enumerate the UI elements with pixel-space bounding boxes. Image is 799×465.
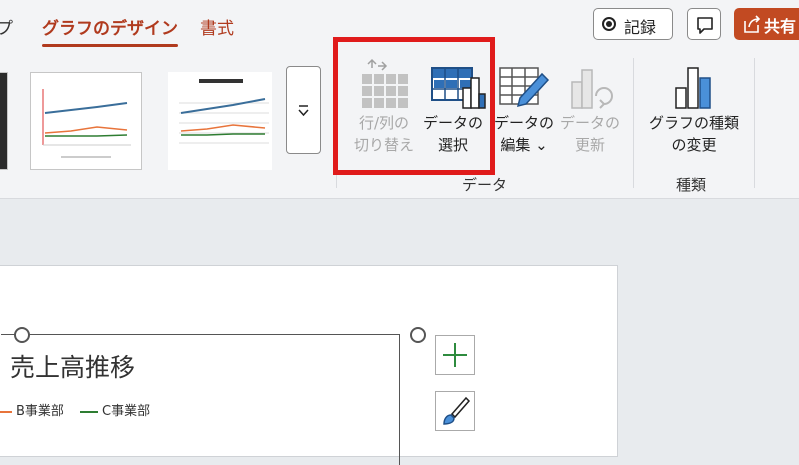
- brush-icon: [443, 396, 471, 425]
- edit-data-button[interactable]: データの 編集 ⌄: [492, 56, 556, 164]
- chart-title[interactable]: 売上高推移: [10, 348, 135, 384]
- share-label: 共有: [764, 17, 797, 36]
- record-label: 記録: [624, 18, 657, 37]
- group-label-type: 種類: [676, 176, 707, 194]
- chart-style-preview: [42, 89, 131, 158]
- refresh-data-label: データの 更新: [559, 114, 620, 154]
- legend-swatch: [80, 410, 98, 413]
- edit-data-icon: [499, 67, 550, 108]
- share-button[interactable]: 共有: [734, 8, 799, 40]
- legend-item: B事業部: [0, 400, 64, 419]
- gallery-more-button[interactable]: [286, 66, 321, 154]
- chart-elements-button[interactable]: [435, 335, 475, 375]
- legend-label: C事業部: [102, 404, 151, 419]
- legend-swatch: [0, 410, 12, 413]
- resize-handle-top-left[interactable]: [14, 327, 30, 343]
- record-icon: [602, 17, 616, 31]
- chart-style-thumb-dark[interactable]: [0, 72, 8, 170]
- tab-format[interactable]: 書式: [200, 14, 234, 39]
- plus-icon: [443, 343, 467, 367]
- comment-icon: [697, 17, 713, 34]
- change-chart-type-label: グラフの種類 の変更: [648, 114, 739, 154]
- share-icon: [744, 15, 761, 33]
- highlight-box: [333, 37, 495, 175]
- expand-gallery-icon: [298, 105, 309, 117]
- group-label-data: データ: [462, 176, 508, 194]
- change-chart-type-button[interactable]: グラフの種類 の変更: [644, 56, 744, 164]
- refresh-data-icon: [571, 69, 613, 109]
- ribbon-separator: [754, 58, 755, 188]
- comments-button[interactable]: [687, 8, 721, 40]
- legend-label: B事業部: [16, 404, 64, 419]
- chart-style-preview: [179, 79, 269, 144]
- ribbon-separator: [633, 58, 634, 188]
- legend-item: C事業部: [80, 400, 150, 419]
- chart-styles-button[interactable]: [435, 391, 475, 431]
- resize-handle-top-right[interactable]: [410, 327, 426, 343]
- tab-chart-design[interactable]: グラフのデザイン: [42, 14, 178, 47]
- edit-data-label: データの 編集 ⌄: [493, 114, 554, 154]
- refresh-data-button[interactable]: データの 更新: [556, 56, 624, 164]
- change-chart-type-icon: [675, 67, 711, 109]
- record-button[interactable]: 記録: [593, 8, 673, 40]
- chart-style-thumb-2[interactable]: [168, 72, 272, 170]
- chart-style-thumb-1[interactable]: [30, 72, 142, 170]
- tab-previous[interactable]: プ: [0, 14, 13, 39]
